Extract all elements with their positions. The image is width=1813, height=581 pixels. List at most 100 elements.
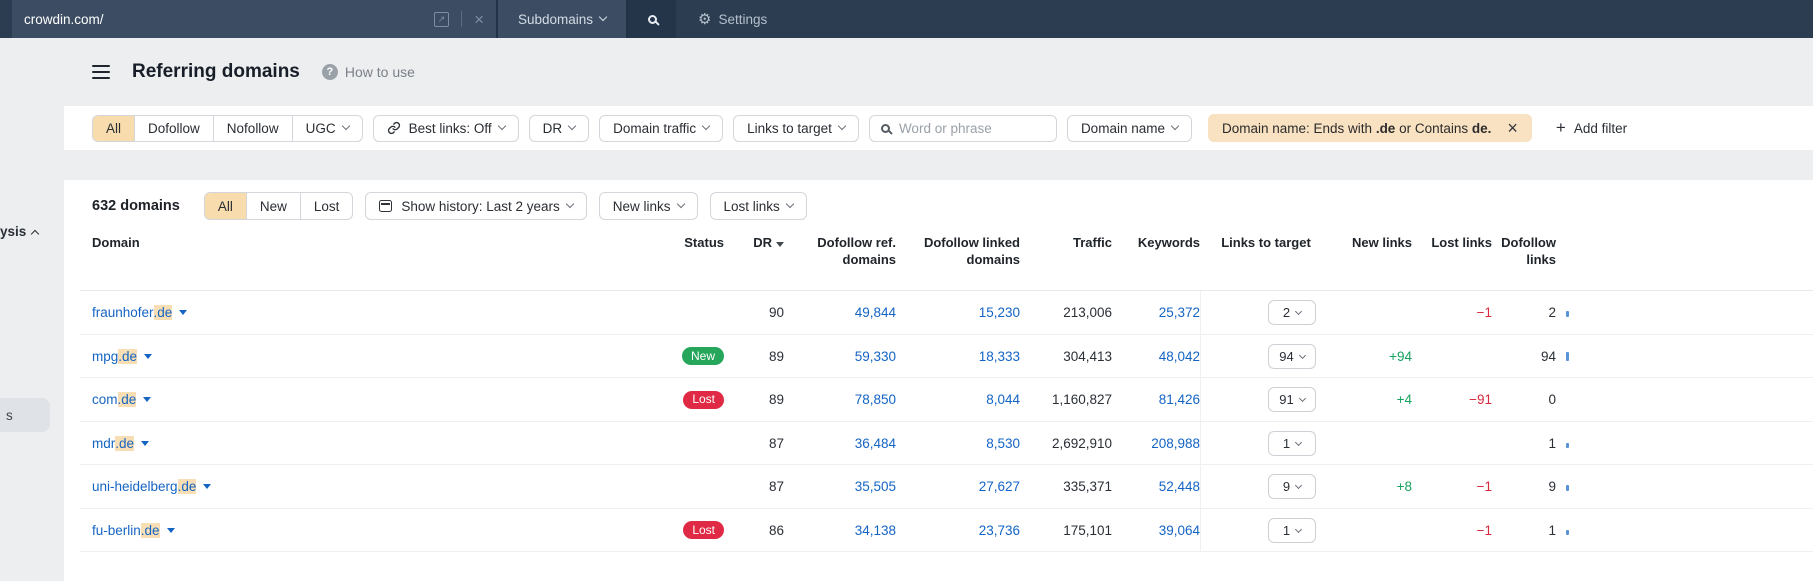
dofollow-ref-link[interactable]: 49,844 (855, 305, 896, 320)
keywords-link[interactable]: 52,448 (1159, 479, 1200, 494)
links-to-target-select[interactable]: 94 (1268, 344, 1316, 369)
dofollow-ref-link[interactable]: 34,138 (855, 523, 896, 538)
settings-label: Settings (718, 12, 767, 27)
dofollow-linked-link[interactable]: 15,230 (979, 305, 1020, 320)
col-header-domain[interactable]: Domain (92, 234, 612, 251)
col-header-dofollow-links[interactable]: Dofollow links (1492, 234, 1556, 268)
filter-tab-nofollow[interactable]: Nofollow (214, 116, 293, 141)
dofollow-ref-cell: 59,330 (784, 349, 896, 364)
col-header-lost-links[interactable]: Lost links (1412, 234, 1492, 251)
search-button[interactable] (628, 0, 676, 38)
domain-caret-icon[interactable] (179, 310, 187, 315)
best-links-button[interactable]: Best links: Off (373, 115, 519, 142)
chevron-down-icon (1295, 308, 1302, 315)
dofollow-linked-link[interactable]: 27,627 (979, 479, 1020, 494)
chevron-down-icon (1299, 352, 1306, 359)
clear-input-icon[interactable]: × (474, 11, 484, 28)
links-to-target-label: Links to target (747, 121, 832, 136)
keywords-link[interactable]: 208,988 (1151, 436, 1200, 451)
domain-name-filter-button[interactable]: Domain name (1067, 115, 1192, 142)
new-links-cell: +4 (1332, 392, 1412, 407)
col-header-traffic[interactable]: Traffic (1020, 234, 1112, 251)
lost-links-label: Lost links (724, 199, 780, 214)
dofollow-linked-cell: 18,333 (896, 349, 1020, 364)
domain-caret-icon[interactable] (144, 354, 152, 359)
col-header-dofollow-linked[interactable]: Dofollow linked domains (896, 234, 1020, 268)
dofollow-ref-link[interactable]: 78,850 (855, 392, 896, 407)
domain-link[interactable]: fu-berlin.de (92, 523, 175, 538)
mode-dropdown[interactable]: Subdomains (498, 0, 628, 38)
domain-caret-icon[interactable] (203, 484, 211, 489)
top-bar: crowdin.com/ ↗ × Subdomains ⚙ Settings (0, 0, 1813, 38)
domain-traffic-filter-button[interactable]: Domain traffic (599, 115, 723, 142)
domain-cell: uni-heidelberg.de (92, 479, 612, 494)
dr-filter-button[interactable]: DR (529, 115, 590, 142)
col-header-links-to-target[interactable]: Links to target (1200, 234, 1332, 251)
show-history-button[interactable]: Show history: Last 2 years (365, 192, 586, 220)
sidebar-section-partial[interactable]: ysis (0, 224, 40, 239)
dofollow-linked-link[interactable]: 23,736 (979, 523, 1020, 538)
domain-caret-icon[interactable] (141, 441, 149, 446)
target-input[interactable]: crowdin.com/ ↗ × (12, 0, 498, 38)
keywords-link[interactable]: 25,372 (1159, 305, 1200, 320)
sidebar-item-partial[interactable]: s (0, 398, 50, 432)
keywords-link[interactable]: 48,042 (1159, 349, 1200, 364)
domain-name-label: Domain name (1081, 121, 1165, 136)
domain-link[interactable]: uni-heidelberg.de (92, 479, 211, 494)
links-to-target-select[interactable]: 2 (1268, 300, 1316, 325)
dofollow-ref-link[interactable]: 36,484 (855, 436, 896, 451)
dofollow-linked-cell: 8,530 (896, 436, 1020, 451)
dofollow-ref-link[interactable]: 59,330 (855, 349, 896, 364)
chevron-down-icon (702, 122, 710, 130)
ugc-label: UGC (306, 121, 336, 136)
links-to-target-select[interactable]: 91 (1268, 387, 1316, 412)
active-filter-chip[interactable]: Domain name: Ends with .de or Contains d… (1208, 114, 1532, 142)
filter-tab-all[interactable]: All (93, 116, 135, 141)
new-links-button[interactable]: New links (599, 192, 698, 220)
domain-link[interactable]: mdr.de (92, 436, 149, 451)
word-search-box[interactable] (869, 115, 1057, 142)
domain-link[interactable]: com.de (92, 392, 151, 407)
dr-cell: 89 (724, 349, 784, 364)
filter-tab-ugc[interactable]: UGC (293, 116, 362, 141)
open-in-new-tab-icon[interactable]: ↗ (434, 12, 449, 27)
dofollow-ref-cell: 78,850 (784, 392, 896, 407)
keywords-link[interactable]: 81,426 (1159, 392, 1200, 407)
filter-tab-dofollow[interactable]: Dofollow (135, 116, 214, 141)
remove-filter-icon[interactable]: × (1507, 119, 1518, 137)
status-tab-lost[interactable]: Lost (301, 193, 353, 219)
dofollow-linked-link[interactable]: 8,044 (986, 392, 1020, 407)
menu-icon[interactable] (92, 71, 110, 74)
lost-links-button[interactable]: Lost links (710, 192, 807, 220)
target-value[interactable]: crowdin.com/ (24, 12, 434, 27)
settings-button[interactable]: ⚙ Settings (698, 0, 767, 38)
word-search-input[interactable] (899, 121, 1039, 136)
table-toolbar: 632 domains All New Lost Show history: L… (92, 192, 1813, 220)
domain-link[interactable]: fraunhofer.de (92, 305, 187, 320)
how-to-use-link[interactable]: ? How to use (322, 64, 415, 80)
col-header-dofollow-ref[interactable]: Dofollow ref. domains (784, 234, 896, 268)
dofollow-linked-cell: 27,627 (896, 479, 1020, 494)
history-sparkline (1566, 443, 1569, 448)
keywords-link[interactable]: 39,064 (1159, 523, 1200, 538)
status-tab-all[interactable]: All (205, 193, 247, 219)
domain-link[interactable]: mpg.de (92, 349, 152, 364)
dofollow-ref-link[interactable]: 35,505 (855, 479, 896, 494)
links-to-target-select[interactable]: 1 (1268, 431, 1316, 456)
dofollow-linked-link[interactable]: 8,530 (986, 436, 1020, 451)
links-to-target-select[interactable]: 1 (1268, 518, 1316, 543)
col-header-status[interactable]: Status (612, 234, 724, 251)
dr-filter-label: DR (543, 121, 563, 136)
domain-caret-icon[interactable] (143, 397, 151, 402)
links-to-target-select[interactable]: 9 (1268, 474, 1316, 499)
add-filter-button[interactable]: + Add filter (1556, 120, 1627, 136)
dofollow-linked-link[interactable]: 18,333 (979, 349, 1020, 364)
traffic-cell: 175,101 (1020, 523, 1112, 538)
col-header-new-links[interactable]: New links (1332, 234, 1412, 251)
status-tab-new[interactable]: New (247, 193, 301, 219)
col-header-dr[interactable]: DR (724, 234, 784, 251)
domain-caret-icon[interactable] (167, 528, 175, 533)
col-header-keywords[interactable]: Keywords (1112, 234, 1200, 251)
links-to-target-filter-button[interactable]: Links to target (733, 115, 859, 142)
spark-cell (1556, 392, 1592, 407)
